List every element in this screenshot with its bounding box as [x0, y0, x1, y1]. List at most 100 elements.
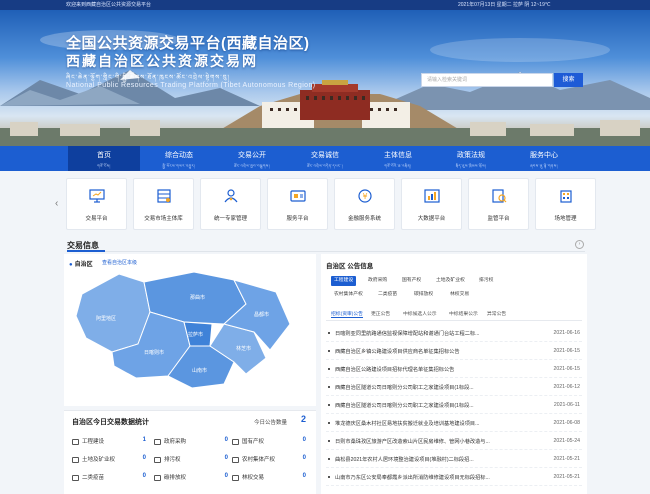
date-weather: 2021年07月13日 星期二 拉萨 阴 12~19℃ [458, 2, 551, 8]
nav-service-center[interactable]: 服务中心 ཞབས་ཞུ་ལྟེ་གནས། [508, 146, 580, 171]
stat-value: 0 [302, 473, 306, 479]
nav-home[interactable]: 首页 གཙོ་ངོས། [68, 146, 140, 171]
chip-forestry[interactable]: 林权交易 [447, 290, 472, 300]
quick-expert-management[interactable]: 统一专家管理 [200, 178, 261, 230]
announcement-title: 西藏自治区隧道公司日喀则分公司职工之家建设项目(1标段... [335, 385, 474, 391]
stat-item[interactable]: 国有产权 0 [232, 437, 314, 449]
announcement-title: 日喀则亚同里航路通信监视保障增配站和谢通门台站工程二标... [335, 331, 480, 337]
welcome-text: 欢迎来到西藏自治区公共资源交易平台 [66, 2, 152, 8]
quick-label: 场地管理 [554, 216, 577, 222]
engineering-icon [72, 438, 79, 445]
stat-item[interactable]: 二类疫苗 0 [72, 473, 154, 485]
main-nav: 首页 གཙོ་ངོས། 综合动态 སྤྱི་ཡོངས་གསར་འགྱུར། 交易公开… [0, 146, 650, 171]
carbon-icon [154, 474, 161, 481]
list-item[interactable]: 西藏自治区公路建设项目招标代理名单征集招标公告 2021-06-15 [326, 362, 582, 378]
top-strip: 欢迎来到西藏自治区公共资源交易平台 2021年07月13日 星期二 拉萨 阴 1… [0, 0, 650, 10]
stat-value: 0 [302, 437, 306, 443]
chip-rural-property[interactable]: 农村集体产权 [331, 290, 366, 300]
list-item[interactable]: 山南市乃东区公安局奉都霞乡派出所消防维修建设项目无标段招标... 2021-05-… [326, 470, 582, 486]
list-item[interactable]: 西藏自治区乡镇公路建设项目供应商名单征集招标公告 2021-06-15 [326, 344, 582, 360]
announcement-title: 堆龙德庆区桑木村社区易地扶贫搬迁就业及培训基地建设项目... [335, 421, 480, 427]
subtab-results[interactable]: 中标结果公示 [449, 310, 478, 317]
search-input[interactable]: 请输入检索关键词 [421, 73, 553, 87]
announcement-date: 2021-06-12 [553, 384, 580, 390]
quick-bigdata-platform[interactable]: 大数据平台 [401, 178, 462, 230]
subtab-abnormal[interactable]: 异常公告 [487, 310, 506, 317]
stat-item[interactable]: 工程建设 1 [72, 437, 154, 449]
nav-integrity[interactable]: 交易诚信 ཚོང་འབྲེལ་བདེན་དཔང་། [289, 146, 361, 171]
nav-label: 服务中心 [530, 152, 558, 159]
quick-venue-management[interactable]: 场地管理 [535, 178, 596, 230]
chip-vaccine[interactable]: 二类疫苗 [375, 290, 400, 300]
stat-label: 政府采购 [164, 439, 187, 445]
nav-label: 综合动态 [165, 152, 193, 159]
stats-title: 自治区今日交易数据统计 [72, 419, 149, 426]
stat-item[interactable]: 政府采购 0 [154, 437, 236, 449]
nav-label-tibetan: སྤྱི་ཡོངས་གསར་འགྱུར། [162, 164, 196, 168]
subtab-candidates[interactable]: 中标候选人公示 [403, 310, 437, 317]
stat-item[interactable]: 土地及矿业权 0 [72, 455, 154, 467]
subtab-tender[interactable]: 招标(资审)公告 [331, 310, 363, 318]
stat-label: 排污权 [164, 457, 181, 463]
subtab-correction[interactable]: 更正公告 [371, 310, 390, 317]
list-item[interactable]: 日则市桑珠孜区旅游产区改造索山片区民房维修、管网小巷改造与... 2021-05-… [326, 434, 582, 450]
more-arrow-icon[interactable]: › [575, 240, 584, 249]
chip-emission[interactable]: 排污权 [476, 276, 496, 286]
stat-item[interactable]: 碳排放权 0 [154, 473, 236, 485]
map-location: ● 自治区 [69, 259, 93, 268]
nav-transactions[interactable]: 交易公开 ཚོང་འབྲེལ་ཁྱབ་བསྒྲགས། [216, 146, 288, 171]
nav-news[interactable]: 综合动态 སྤྱི་ཡོངས་གསར་འགྱུར། [143, 146, 215, 171]
quick-trading-platform[interactable]: 交易平台 [66, 178, 127, 230]
stat-value: 0 [142, 473, 146, 479]
header-banner: 全国公共资源交易平台(西藏自治区) 西藏自治区公共资源交易网 ཞིང་ཆེན་ལ… [0, 10, 650, 146]
chip-engineering[interactable]: 工程建设 [331, 276, 357, 286]
site-subtitle: 西藏自治区公共资源交易网 [66, 53, 258, 69]
svg-text:¥: ¥ [362, 192, 367, 201]
announcement-date: 2021-06-15 [553, 366, 580, 372]
chip-procurement[interactable]: 政府采购 [365, 276, 390, 286]
chip-state-property[interactable]: 国有产权 [399, 276, 424, 286]
quick-label: 交易平台 [85, 216, 108, 222]
property-icon [232, 438, 239, 445]
announcement-title: 西藏自治区乡镇公路建设项目供应商名单征集招标公告 [335, 349, 460, 355]
region-map-panel: 阿里地区 那曲市 日喀则市 拉萨市 山南市 林芝市 昌都市 ● 自治区 查看自治区… [64, 254, 316, 406]
view-region-level-link[interactable]: 查看自治区本级 [102, 259, 137, 266]
section-divider [67, 250, 585, 252]
nav-policy[interactable]: 政策法规 སྲིད་ཇུས་ཁྲིམས་སྲོལ། [435, 146, 507, 171]
stat-item[interactable]: 农村集体产权 0 [232, 455, 314, 467]
list-item[interactable]: 曲松县2021年农村人居环境整治建设项目(堆融村)二标段招... 2021-05-… [326, 452, 582, 468]
list-item[interactable]: 日喀则亚同里航路通信监视保障增配站和谢通门台站工程二标... 2021-06-16 [326, 326, 582, 342]
announcement-divider [326, 320, 582, 321]
announcement-date: 2021-06-16 [553, 330, 580, 336]
list-item[interactable]: 西藏自治区隧道公司日喀则分公司职工之家建设项目(1标段... 2021-06-11 [326, 398, 582, 414]
stats-total-label: 今日公告数量 [254, 420, 288, 426]
stat-value: 1 [142, 437, 146, 443]
stat-label: 碳排放权 [164, 475, 187, 481]
chip-carbon[interactable]: 碳排放权 [411, 290, 436, 300]
stat-value: 0 [224, 437, 228, 443]
nav-entity-info[interactable]: 主体信息 གཙོ་བོའི་ཆ་འཕྲིན། [362, 146, 434, 171]
quick-market-database[interactable]: 交易市场主体库 [133, 178, 194, 230]
vaccine-icon [72, 474, 79, 481]
quick-label: 大数据平台 [417, 216, 446, 222]
rural-icon [232, 456, 239, 463]
stat-item[interactable]: 排污权 0 [154, 455, 236, 467]
stat-label: 二类疫苗 [82, 475, 105, 481]
map-label-changdu: 昌都市 [254, 311, 269, 318]
location-pin-icon: ● [69, 262, 73, 268]
nav-label: 首页 [97, 152, 111, 159]
stat-item[interactable]: 林权交易 0 [232, 473, 314, 485]
nav-label-tibetan: སྲིད་ཇུས་ཁྲིམས་སྲོལ། [455, 164, 487, 168]
supervise-icon [492, 189, 507, 203]
quick-supervision-platform[interactable]: 监管平台 [468, 178, 529, 230]
quick-finance-system[interactable]: ¥ 金融服务系统 [334, 178, 395, 230]
stat-value: 0 [224, 473, 228, 479]
stat-label: 土地及矿业权 [82, 457, 116, 463]
search-button[interactable]: 搜索 [554, 73, 583, 87]
list-item[interactable]: 堆龙德庆区桑木村社区易地扶贫搬迁就业及培训基地建设项目... 2021-06-08 [326, 416, 582, 432]
map-location-label: 自治区 [74, 262, 93, 268]
chip-land-mining[interactable]: 土地及矿业权 [433, 276, 468, 286]
list-item[interactable]: 西藏自治区隧道公司日喀则分公司职工之家建设项目(1标段... 2021-06-12 [326, 380, 582, 396]
quick-service-platform[interactable]: 服务平台 [267, 178, 328, 230]
nav-label: 交易诚信 [311, 152, 339, 159]
